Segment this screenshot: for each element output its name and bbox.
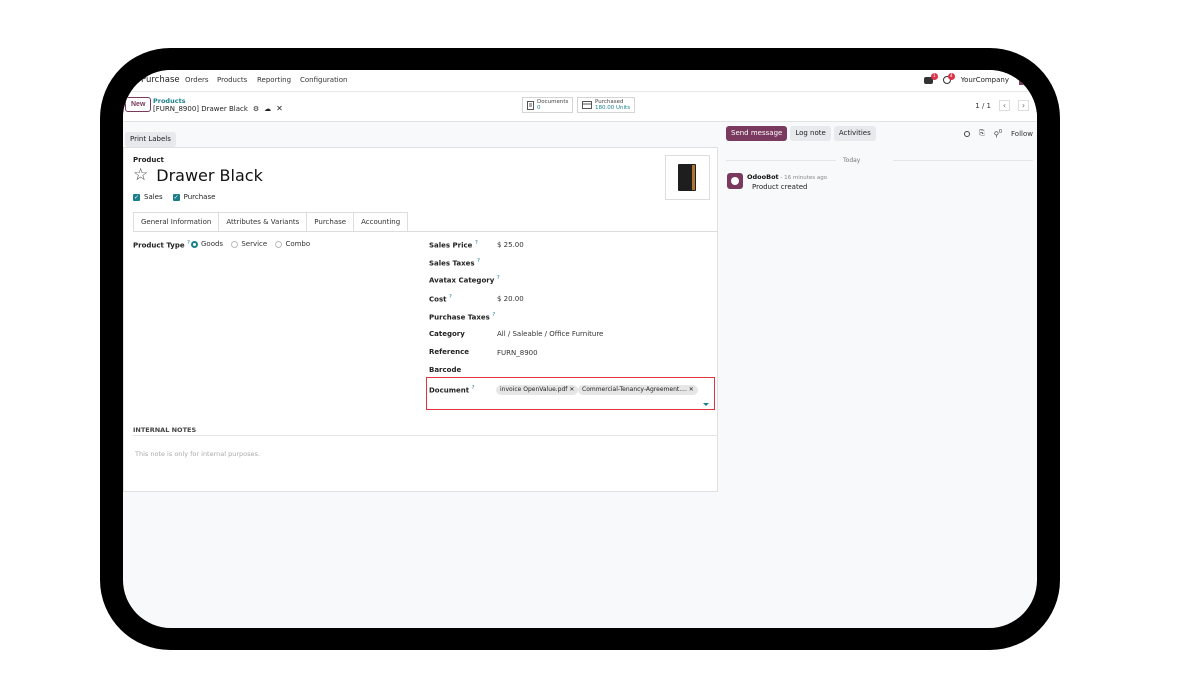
sales-checkbox[interactable]: ✓	[133, 193, 140, 201]
author-name[interactable]: OdooBot	[747, 173, 779, 181]
message-time: - 16 minutes ago	[778, 175, 828, 181]
internal-notes-input[interactable]: This note is only for internal purposes.	[135, 450, 260, 458]
save-cloud-icon[interactable]: ☁	[264, 105, 271, 113]
caret-down-icon[interactable]	[703, 403, 709, 406]
radio-service[interactable]	[231, 240, 239, 248]
app-screen: Purchase Orders Products Reporting Confi…	[123, 70, 1037, 628]
tab-accounting[interactable]: Accounting	[353, 212, 409, 231]
document-field[interactable]: Document ? invoice OpenValue.pdf ✕ Comme…	[426, 377, 715, 410]
activities-icon[interactable]: 4	[942, 73, 955, 84]
barcode-label: Barcode	[429, 366, 462, 374]
avatax-category-label: Avatax Category ?	[429, 275, 500, 285]
sales-price-field[interactable]: $ 25.00	[497, 241, 524, 249]
messages-badge: 1	[930, 72, 938, 80]
tab-general-information[interactable]: General Information	[133, 212, 220, 231]
menu-configuration[interactable]: Configuration	[300, 76, 347, 84]
purchase-label: Purchase	[183, 193, 216, 201]
tab-divider	[133, 231, 718, 232]
pager-value[interactable]: 1 / 1	[975, 102, 991, 110]
credit-card-icon	[582, 101, 592, 109]
today-separator: Today	[843, 157, 861, 164]
menu-products[interactable]: Products	[217, 76, 247, 84]
cabinet-image	[678, 164, 696, 191]
star-icon[interactable]: ☆	[133, 167, 148, 184]
print-labels-button[interactable]: Print Labels	[125, 132, 176, 147]
app-name[interactable]: Purchase	[141, 75, 180, 85]
document-tag[interactable]: Commercial-Tenancy-Agreement.... ✕	[578, 385, 698, 395]
sales-label: Sales	[144, 193, 163, 201]
form-actions: Print Labels	[125, 126, 176, 147]
chevron-right-icon[interactable]: ›	[1018, 100, 1029, 111]
today-divider-left	[726, 160, 836, 161]
form-sheet: Product ☆ Drawer Black ✓ Sales ✓ Purchase …	[123, 147, 718, 492]
purchased-value: 180.00 Units	[595, 105, 631, 111]
user-avatar[interactable]	[1019, 75, 1029, 85]
document-label: Document ?	[429, 385, 475, 395]
chevron-left-icon[interactable]: ‹	[999, 100, 1010, 111]
search-icon[interactable]	[964, 130, 971, 137]
sales-taxes-label: Sales Taxes ?	[429, 258, 480, 268]
message-body: Product created	[752, 183, 808, 191]
cost-field[interactable]: $ 20.00	[497, 295, 524, 303]
sales-price-label: Sales Price ?	[429, 240, 478, 250]
tab-purchase[interactable]: Purchase	[306, 212, 355, 231]
tag-remove-icon[interactable]: ✕	[689, 386, 694, 393]
log-note-button[interactable]: Log note	[790, 126, 831, 141]
document-tag[interactable]: invoice OpenValue.pdf ✕	[496, 385, 579, 395]
documents-count: 0	[537, 105, 541, 111]
control-panel: New Products [FURN_8900] Drawer Black ⚙ …	[123, 92, 1037, 122]
product-image[interactable]	[665, 155, 710, 200]
reference-field[interactable]: FURN_8900	[497, 349, 538, 357]
radio-goods-label: Goods	[201, 240, 224, 248]
discard-icon[interactable]: ✕	[276, 104, 283, 113]
paperclip-icon[interactable]: ⎘	[979, 129, 985, 138]
activities-button[interactable]: Activities	[833, 126, 876, 141]
notes-divider	[133, 435, 718, 436]
company-switcher[interactable]: YourCompany	[961, 76, 1009, 84]
today-divider-right	[893, 160, 1033, 161]
breadcrumb-current: [FURN_8900] Drawer Black	[153, 104, 248, 113]
activities-badge: 4	[947, 73, 955, 80]
send-message-button[interactable]: Send message	[726, 126, 788, 141]
top-navbar: Purchase Orders Products Reporting Confi…	[123, 70, 1037, 92]
product-type-radio: Goods Service Combo	[191, 240, 316, 250]
messages-icon[interactable]: 1	[923, 72, 938, 84]
purchase-taxes-label: Purchase Taxes ?	[429, 312, 496, 322]
reference-label: Reference	[429, 348, 470, 356]
radio-combo[interactable]	[275, 240, 283, 248]
radio-goods[interactable]	[191, 240, 198, 248]
purchased-smart-button[interactable]: Purchased 180.00 Units	[577, 97, 636, 113]
pager: 1 / 1 ‹ ›	[975, 100, 1029, 111]
followers-button[interactable]: ⚲0	[994, 129, 1002, 138]
menu-orders[interactable]: Orders	[185, 76, 209, 84]
chatter-toolbar: ⎘ ⚲0 Follow	[964, 129, 1033, 138]
gear-icon[interactable]: ⚙	[253, 105, 259, 113]
chatter-actions: Send message Log note Activities	[726, 126, 876, 141]
menu-reporting[interactable]: Reporting	[257, 76, 291, 84]
tag-remove-icon[interactable]: ✕	[569, 386, 574, 393]
followers-count: 0	[998, 129, 1003, 135]
category-label: Category	[429, 330, 465, 338]
message-author: OdooBot - 16 minutes ago	[747, 173, 827, 181]
product-label: Product	[133, 156, 164, 164]
tab-bar: General Information Attributes & Variant…	[133, 212, 409, 231]
category-field[interactable]: All / Saleable / Office Furniture	[497, 330, 603, 338]
document-icon	[527, 100, 534, 110]
follow-button[interactable]: Follow	[1011, 130, 1033, 138]
tab-attributes-variants[interactable]: Attributes & Variants	[218, 212, 308, 231]
breadcrumb: [FURN_8900] Drawer Black ⚙ ☁ ✕	[153, 104, 283, 113]
radio-service-label: Service	[241, 240, 268, 248]
product-type-label: Product Type ?	[133, 240, 190, 250]
new-button[interactable]: New	[125, 97, 152, 112]
radio-combo-label: Combo	[285, 240, 311, 248]
purchase-checkbox[interactable]: ✓	[172, 193, 180, 201]
product-name[interactable]: Drawer Black	[156, 166, 263, 185]
internal-notes-title: INTERNAL NOTES	[133, 426, 197, 434]
cost-label: Cost ?	[429, 294, 452, 304]
documents-label: Documents	[537, 99, 569, 105]
odoobot-avatar[interactable]	[727, 173, 743, 189]
documents-smart-button[interactable]: Documents 0	[522, 97, 574, 113]
